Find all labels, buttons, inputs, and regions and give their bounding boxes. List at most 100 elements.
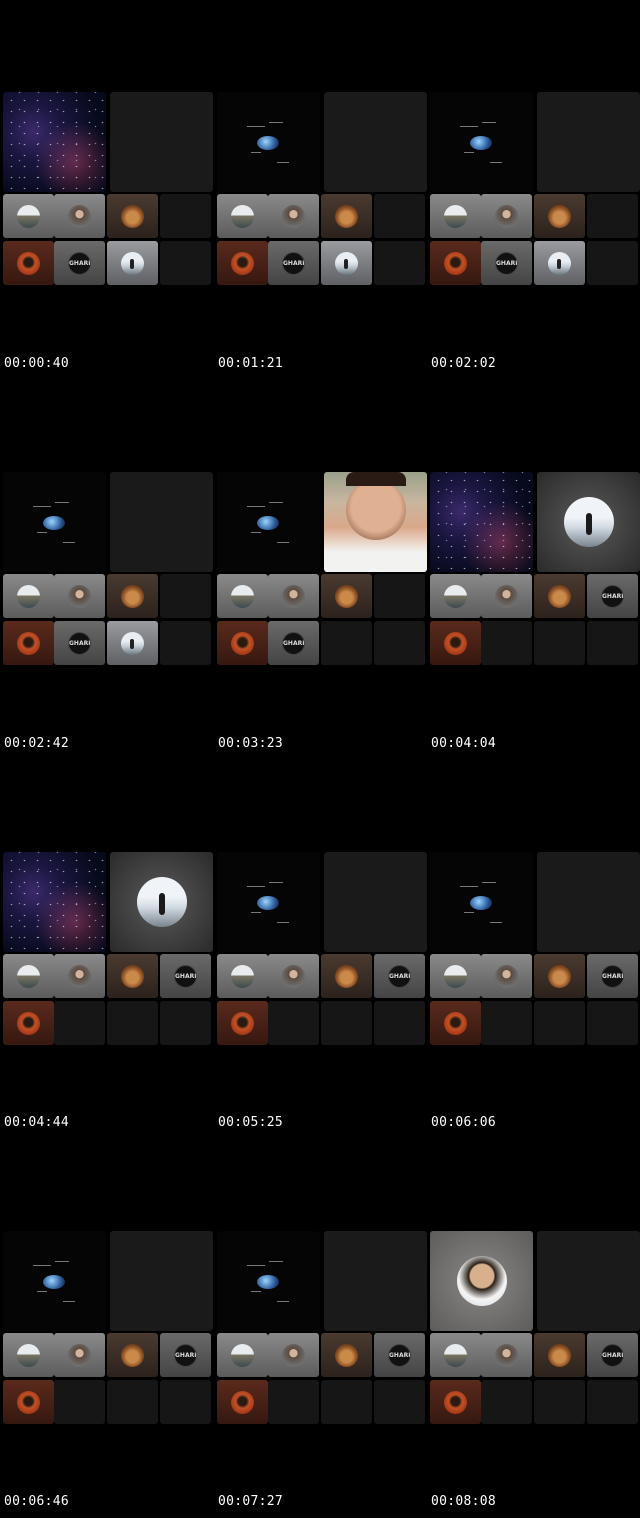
empty-video-tile[interactable]	[324, 1231, 427, 1331]
participant-tile[interactable]	[217, 1001, 268, 1045]
participant-tile[interactable]	[54, 1333, 105, 1377]
participant-tile[interactable]	[534, 1333, 585, 1377]
participant-tile[interactable]	[160, 1380, 211, 1424]
participant-tile[interactable]	[107, 1001, 158, 1045]
participant-tile[interactable]: GHARIB	[54, 621, 105, 665]
participant-tile[interactable]	[321, 954, 372, 998]
participant-tile[interactable]	[3, 1001, 54, 1045]
participant-tile[interactable]: GHARIB	[587, 954, 638, 998]
participant-tile[interactable]	[587, 621, 638, 665]
participant-tile[interactable]	[430, 241, 481, 285]
participant-tile[interactable]	[534, 1380, 585, 1424]
video-frame-thumbnail[interactable]: GHARIB	[3, 1231, 213, 1431]
participant-tile[interactable]: GHARIB	[54, 241, 105, 285]
participant-tile[interactable]	[54, 574, 105, 618]
participant-tile[interactable]	[160, 194, 211, 238]
participant-tile[interactable]	[481, 1380, 532, 1424]
shared-video-tile[interactable]	[537, 472, 640, 572]
participant-tile[interactable]	[107, 1333, 158, 1377]
participant-tile[interactable]	[321, 241, 372, 285]
shared-video-tile[interactable]	[217, 852, 320, 952]
participant-tile[interactable]	[3, 954, 54, 998]
shared-video-tile[interactable]	[3, 472, 106, 572]
participant-tile[interactable]	[54, 1001, 105, 1045]
participant-tile[interactable]	[430, 1333, 481, 1377]
video-frame-thumbnail[interactable]: GHARIB	[3, 472, 213, 672]
participant-tile[interactable]	[268, 574, 319, 618]
shared-video-tile[interactable]	[430, 92, 533, 192]
empty-video-tile[interactable]	[324, 92, 427, 192]
participant-tile[interactable]	[268, 194, 319, 238]
participant-tile[interactable]	[481, 954, 532, 998]
video-frame-thumbnail[interactable]: GHARIB	[430, 1231, 640, 1431]
participant-tile[interactable]	[54, 194, 105, 238]
participant-tile[interactable]	[430, 621, 481, 665]
participant-tile[interactable]	[107, 1380, 158, 1424]
participant-tile[interactable]: GHARIB	[587, 574, 638, 618]
participant-tile[interactable]: GHARIB	[481, 241, 532, 285]
participant-tile[interactable]	[321, 621, 372, 665]
participant-tile[interactable]	[160, 241, 211, 285]
participant-tile[interactable]	[481, 621, 532, 665]
participant-tile[interactable]	[217, 194, 268, 238]
video-frame-thumbnail[interactable]: GHARIB	[430, 92, 640, 292]
participant-tile[interactable]	[54, 1380, 105, 1424]
participant-tile[interactable]	[430, 1380, 481, 1424]
empty-video-tile[interactable]	[537, 92, 640, 192]
empty-video-tile[interactable]	[110, 92, 213, 192]
participant-tile[interactable]	[160, 621, 211, 665]
participant-tile[interactable]: GHARIB	[160, 1333, 211, 1377]
participant-tile[interactable]	[268, 1380, 319, 1424]
participant-tile[interactable]	[374, 241, 425, 285]
participant-tile[interactable]	[321, 194, 372, 238]
participant-tile[interactable]	[3, 1380, 54, 1424]
participant-tile[interactable]	[534, 574, 585, 618]
shared-video-tile[interactable]	[3, 852, 106, 952]
shared-video-tile[interactable]	[217, 472, 320, 572]
participant-tile[interactable]: GHARIB	[374, 1333, 425, 1377]
participant-tile[interactable]	[481, 194, 532, 238]
participant-tile[interactable]: GHARIB	[587, 1333, 638, 1377]
participant-tile[interactable]	[217, 1380, 268, 1424]
participant-tile[interactable]	[160, 1001, 211, 1045]
participant-tile[interactable]	[268, 1001, 319, 1045]
participant-tile[interactable]: GHARIB	[268, 241, 319, 285]
participant-tile[interactable]	[481, 1001, 532, 1045]
participant-tile[interactable]	[3, 194, 54, 238]
participant-tile[interactable]	[587, 1001, 638, 1045]
shared-video-tile[interactable]	[430, 852, 533, 952]
participant-tile[interactable]	[54, 954, 105, 998]
participant-tile[interactable]	[430, 954, 481, 998]
video-frame-thumbnail[interactable]: GHARIB	[3, 92, 213, 292]
video-frame-thumbnail[interactable]: GHARIB	[217, 472, 427, 672]
participant-tile[interactable]: GHARIB	[160, 954, 211, 998]
video-frame-thumbnail[interactable]: GHARIB	[3, 852, 213, 1052]
participant-tile[interactable]	[217, 574, 268, 618]
participant-tile[interactable]	[3, 241, 54, 285]
participant-tile[interactable]	[374, 1001, 425, 1045]
participant-tile[interactable]	[534, 954, 585, 998]
participant-tile[interactable]	[430, 1001, 481, 1045]
video-frame-thumbnail[interactable]: GHARIB	[430, 472, 640, 672]
participant-tile[interactable]	[107, 621, 158, 665]
participant-tile[interactable]	[481, 574, 532, 618]
participant-tile[interactable]	[217, 1333, 268, 1377]
participant-tile[interactable]	[587, 241, 638, 285]
participant-tile[interactable]: GHARIB	[374, 954, 425, 998]
participant-tile[interactable]	[217, 954, 268, 998]
empty-video-tile[interactable]	[537, 1231, 640, 1331]
participant-tile[interactable]	[430, 194, 481, 238]
shared-video-tile[interactable]	[430, 1231, 533, 1331]
participant-tile[interactable]	[160, 574, 211, 618]
participant-tile[interactable]	[534, 1001, 585, 1045]
shared-video-tile[interactable]	[430, 472, 533, 572]
participant-tile[interactable]	[374, 574, 425, 618]
participant-tile[interactable]	[217, 621, 268, 665]
shared-video-tile[interactable]	[217, 92, 320, 192]
participant-tile[interactable]	[107, 194, 158, 238]
participant-tile[interactable]	[107, 241, 158, 285]
participant-tile[interactable]	[534, 194, 585, 238]
participant-tile[interactable]	[374, 1380, 425, 1424]
shared-video-tile[interactable]	[3, 1231, 106, 1331]
participant-tile[interactable]: GHARIB	[268, 621, 319, 665]
